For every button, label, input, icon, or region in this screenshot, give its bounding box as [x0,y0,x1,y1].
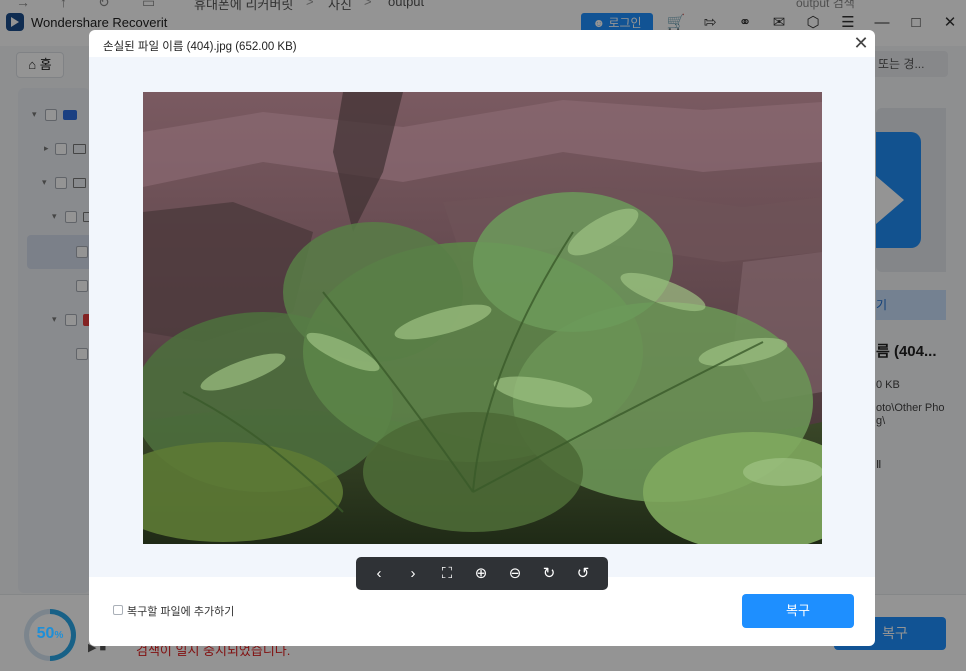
add-to-recover-label[interactable]: 복구할 파일에 추가하기 [127,603,234,619]
rotate-left-icon[interactable]: ↺ [566,557,600,590]
fullscreen-icon[interactable]: ⛶ [430,557,464,590]
rotate-right-icon[interactable]: ↻ [532,557,566,590]
close-icon[interactable]: ✕ [851,34,871,54]
progress-percent: 50% [36,625,64,642]
previous-icon[interactable]: ‹ [362,557,396,590]
preview-dialog: 손실된 파일 이름 (404).jpg (652.00 KB) ✕ ‹ › ⛶ … [89,30,875,646]
preview-area: ‹ › ⛶ ⊕ ⊖ ↻ ↺ [89,57,875,590]
add-to-recover-checkbox[interactable] [113,605,123,615]
zoom-out-icon[interactable]: ⊖ [498,557,532,590]
next-icon[interactable]: › [396,557,430,590]
recover-button[interactable]: 복구 [742,594,854,628]
dialog-title: 손실된 파일 이름 (404).jpg (652.00 KB) [103,41,297,53]
fern-photo-image [143,92,822,544]
zoom-in-icon[interactable]: ⊕ [464,557,498,590]
image-viewer-toolbar: ‹ › ⛶ ⊕ ⊖ ↻ ↺ [356,557,608,590]
